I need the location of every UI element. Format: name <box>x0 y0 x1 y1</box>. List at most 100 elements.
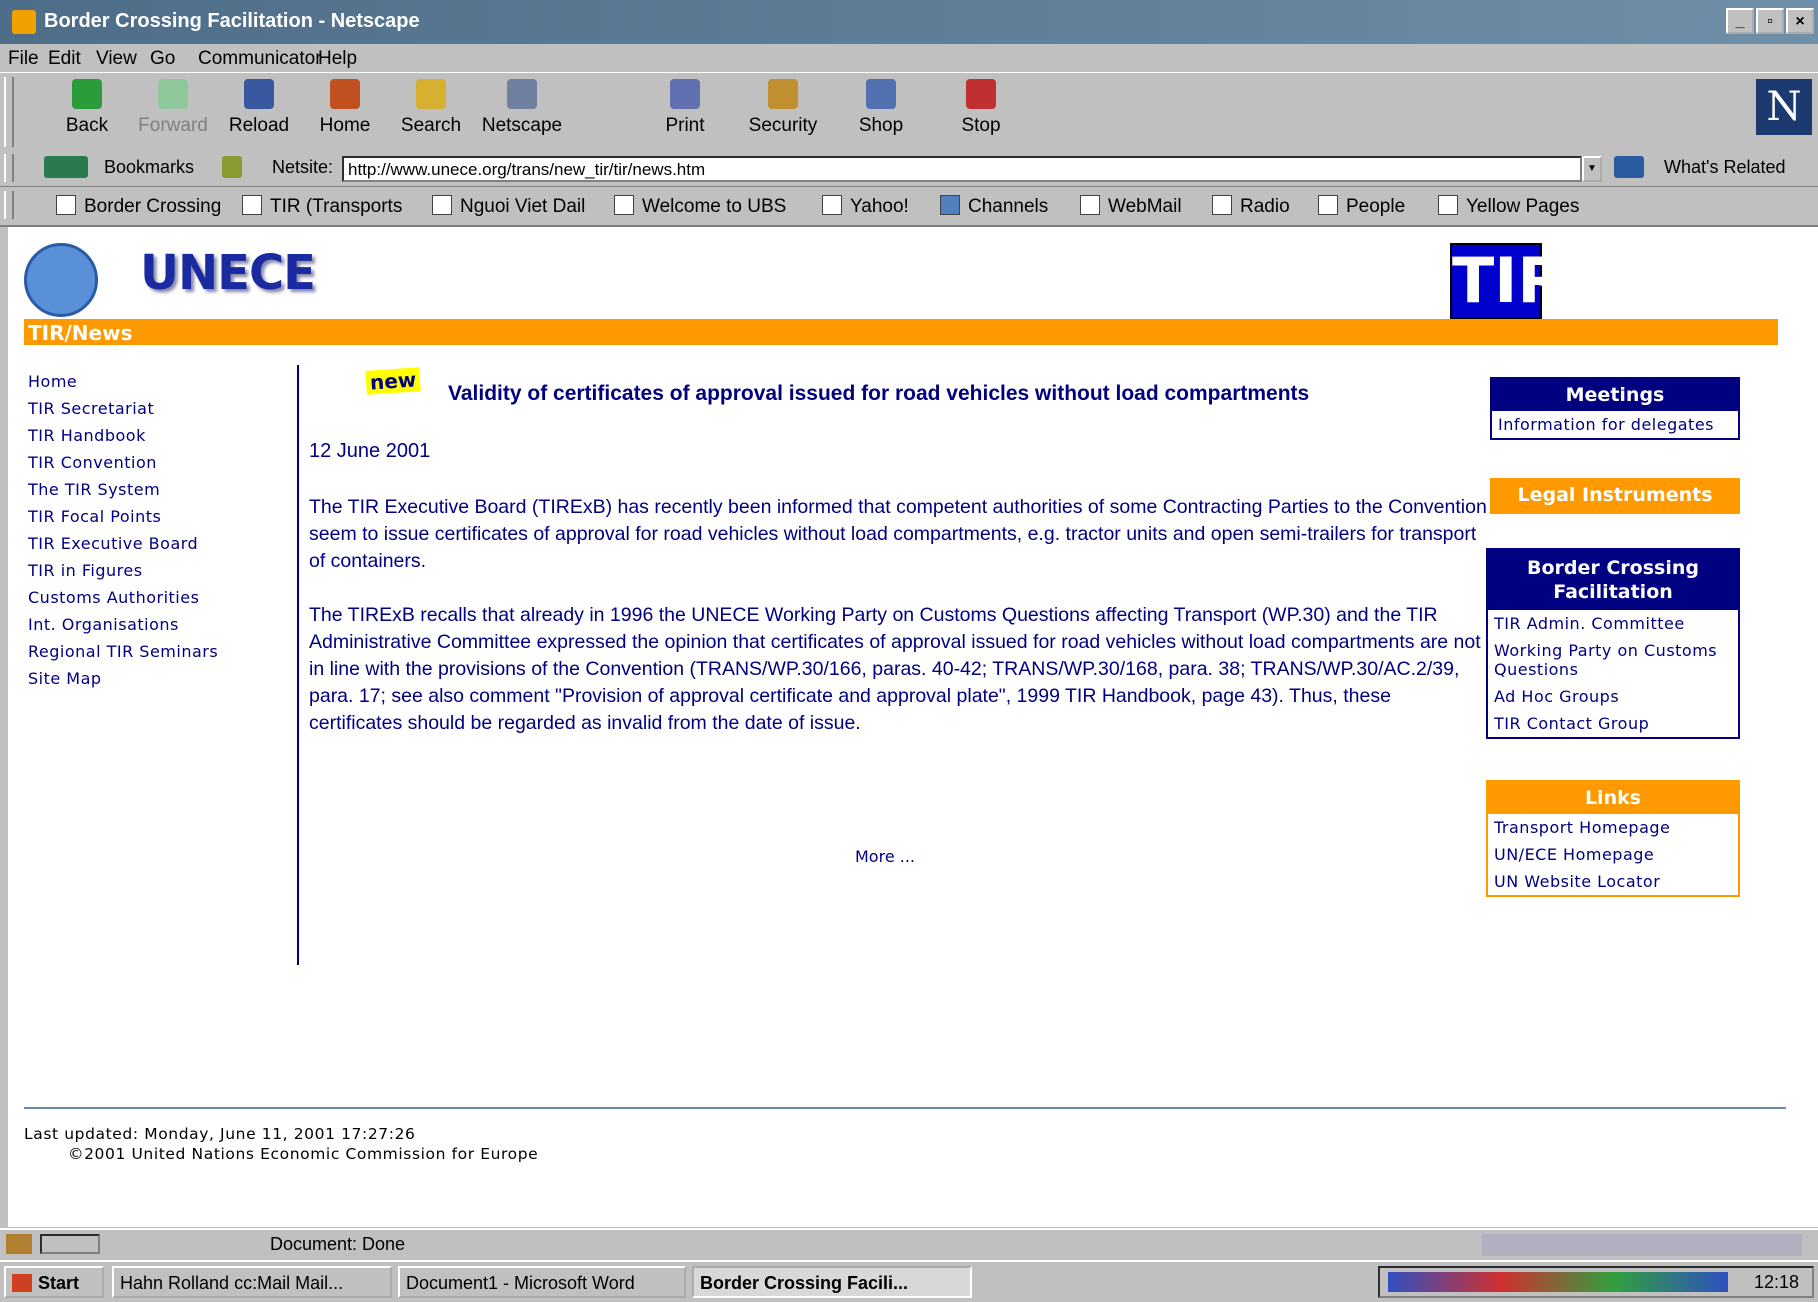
back-arrow-icon <box>72 79 102 109</box>
windows-taskbar: Start Hahn Rolland cc:Mail Mail... Docum… <box>0 1260 1818 1302</box>
status-text: Document: Done <box>270 1234 406 1254</box>
status-bar: Document: Done <box>0 1228 1818 1260</box>
bookmark-tir-transports[interactable]: TIR (Transports <box>242 195 402 218</box>
url-dropdown-button[interactable]: ▼ <box>1582 156 1602 182</box>
menu-bar: File Edit View Go Communicator Help <box>0 44 1818 72</box>
sidebar-item-site-map[interactable]: Site Map <box>28 665 218 692</box>
personal-toolbar: Border Crossing TIR (Transports Nguoi Vi… <box>0 187 1818 227</box>
bookmarks-button[interactable]: Bookmarks <box>104 157 194 178</box>
url-field[interactable]: http://www.unece.org/trans/new_tir/tir/n… <box>342 156 1582 182</box>
bookmark-people[interactable]: People <box>1318 195 1405 218</box>
stop-icon <box>966 79 996 109</box>
bookmark-yellow-pages[interactable]: Yellow Pages <box>1438 195 1579 218</box>
security-button[interactable]: Security <box>738 79 828 137</box>
sidebar-item-int-organisations[interactable]: Int. Organisations <box>28 611 218 638</box>
netscape-button[interactable]: Netscape <box>472 79 572 137</box>
forward-button[interactable]: Forward <box>128 79 218 137</box>
bookmark-border-crossing[interactable]: Border Crossing <box>56 195 221 218</box>
lock-icon <box>768 79 798 109</box>
navigation-toolbar: Back Forward Reload Home Search Netscape… <box>0 72 1818 154</box>
menu-file[interactable]: File <box>8 48 39 70</box>
start-button[interactable]: Start <box>4 1266 104 1298</box>
legal-instruments-box[interactable]: Legal Instruments <box>1490 478 1740 514</box>
meetings-box: Meetings Information for delegates <box>1490 377 1740 440</box>
whats-related-button[interactable]: What's Related <box>1664 157 1786 178</box>
bookmark-page-icon <box>1318 195 1338 215</box>
task-ccmail[interactable]: Hahn Rolland cc:Mail Mail... <box>112 1266 392 1298</box>
stop-button[interactable]: Stop <box>936 79 1026 137</box>
tir-logo: TIR <box>1450 243 1566 319</box>
sidebar-item-tir-in-figures[interactable]: TIR in Figures <box>28 557 218 584</box>
menu-communicator[interactable]: Communicator <box>198 48 322 70</box>
reload-button[interactable]: Reload <box>214 79 304 137</box>
sidebar-item-home[interactable]: Home <box>28 368 218 395</box>
locbar-grip[interactable] <box>4 154 14 182</box>
minimize-button[interactable]: _ <box>1726 8 1754 34</box>
footer-rule <box>24 1107 1786 1109</box>
meetings-link-delegates[interactable]: Information for delegates <box>1492 411 1738 438</box>
links-transport-homepage[interactable]: Transport Homepage <box>1488 814 1738 841</box>
component-bar-icons[interactable] <box>1482 1234 1802 1256</box>
border-link-contact-group[interactable]: TIR Contact Group <box>1488 710 1738 737</box>
my-netscape-icon <box>507 79 537 109</box>
sidebar-item-tir-system[interactable]: The TIR System <box>28 476 218 503</box>
personal-grip[interactable] <box>4 191 14 219</box>
sidebar-item-tir-handbook[interactable]: TIR Handbook <box>28 422 218 449</box>
bookmark-radio[interactable]: Radio <box>1212 195 1290 218</box>
toolbar-grip[interactable] <box>4 77 14 147</box>
menu-help[interactable]: Help <box>318 48 357 70</box>
border-link-ad-hoc-groups[interactable]: Ad Hoc Groups <box>1488 683 1738 710</box>
links-unece-homepage[interactable]: UN/ECE Homepage <box>1488 841 1738 868</box>
sidebar-item-tir-convention[interactable]: TIR Convention <box>28 449 218 476</box>
footer-last-updated: Last updated: Monday, June 11, 2001 17:2… <box>24 1125 416 1143</box>
bookmark-page-icon <box>1080 195 1100 215</box>
sidebar-divider <box>297 365 299 965</box>
sidebar-item-tir-secretariat[interactable]: TIR Secretariat <box>28 395 218 422</box>
sidebar-item-tir-executive-board[interactable]: TIR Executive Board <box>28 530 218 557</box>
sidebar-item-tir-focal-points[interactable]: TIR Focal Points <box>28 503 218 530</box>
menu-view[interactable]: View <box>96 48 137 70</box>
bookmark-nguoi-viet[interactable]: Nguoi Viet Dail <box>432 195 585 218</box>
bookmark-channels[interactable]: Channels <box>940 195 1048 218</box>
security-lock-icon[interactable] <box>6 1234 32 1254</box>
menu-go[interactable]: Go <box>150 48 175 70</box>
search-button[interactable]: Search <box>386 79 476 137</box>
windows-logo-icon <box>12 1274 32 1292</box>
article-date: 12 June 2001 <box>309 440 431 462</box>
sidebar-item-customs-authorities[interactable]: Customs Authorities <box>28 584 218 611</box>
section-bar: TIR/News <box>24 319 1778 345</box>
close-button[interactable]: × <box>1786 8 1814 34</box>
bookmarks-icon <box>44 156 88 178</box>
bookmark-page-icon <box>1438 195 1458 215</box>
print-button[interactable]: Print <box>640 79 730 137</box>
taskbar-clock[interactable]: 12:18 <box>1754 1272 1799 1293</box>
back-button[interactable]: Back <box>42 79 132 137</box>
bookmark-webmail[interactable]: WebMail <box>1080 195 1182 218</box>
reload-icon <box>244 79 274 109</box>
bookmark-page-icon <box>242 195 262 215</box>
shop-button[interactable]: Shop <box>836 79 926 137</box>
bookmark-page-icon <box>1212 195 1232 215</box>
border-link-working-party[interactable]: Working Party on Customs Questions <box>1488 637 1738 683</box>
bookmark-yahoo[interactable]: Yahoo! <box>822 195 909 218</box>
page-content: UNECE TIR TIR/News Home TIR Secretariat … <box>8 227 1818 1227</box>
links-title: Links <box>1488 782 1738 814</box>
menu-edit[interactable]: Edit <box>48 48 81 70</box>
task-word[interactable]: Document1 - Microsoft Word <box>398 1266 686 1298</box>
border-link-admin-committee[interactable]: TIR Admin. Committee <box>1488 610 1738 637</box>
shop-icon <box>866 79 896 109</box>
tray-icons[interactable] <box>1388 1272 1728 1292</box>
links-un-website-locator[interactable]: UN Website Locator <box>1488 868 1738 895</box>
links-box: Links Transport Homepage UN/ECE Homepage… <box>1486 780 1740 897</box>
home-button[interactable]: Home <box>300 79 390 137</box>
footer-copyright: ©2001 United Nations Economic Commission… <box>68 1145 539 1163</box>
search-icon <box>416 79 446 109</box>
task-netscape[interactable]: Border Crossing Facili... <box>692 1266 972 1298</box>
sidebar-item-regional-seminars[interactable]: Regional TIR Seminars <box>28 638 218 665</box>
netscape-throbber-logo[interactable]: N <box>1756 79 1812 135</box>
bookmark-ubs[interactable]: Welcome to UBS <box>614 195 786 218</box>
maximize-button[interactable]: ▫ <box>1756 8 1784 34</box>
page-proxy-icon[interactable] <box>222 156 242 178</box>
more-link[interactable]: More ... <box>855 847 915 866</box>
netsite-label: Netsite: <box>272 157 334 177</box>
